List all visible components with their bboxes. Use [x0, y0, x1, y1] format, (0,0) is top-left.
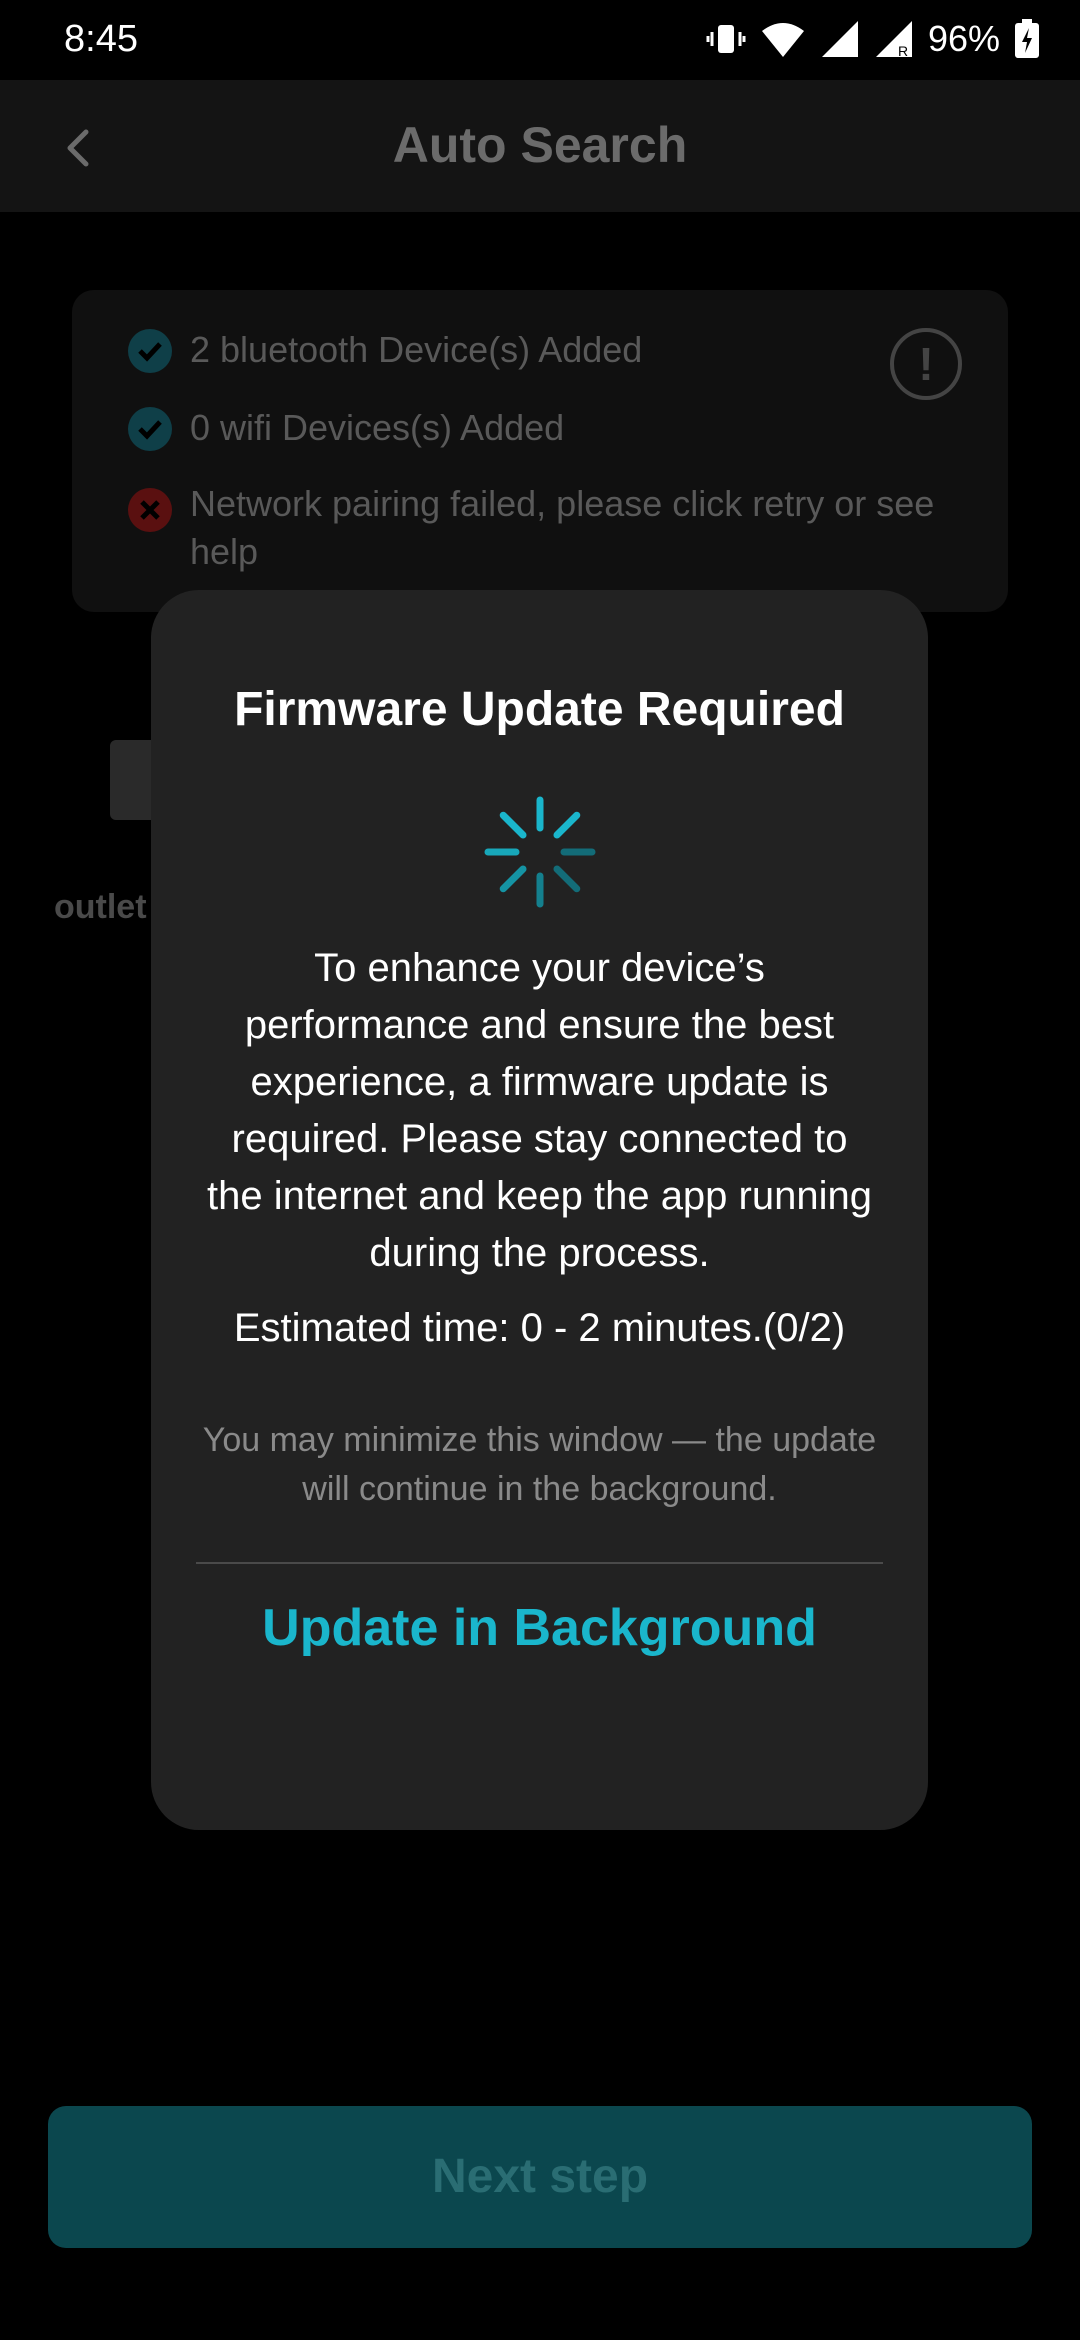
result-row-wifi: 0 wifi Devices(s) Added	[128, 404, 950, 452]
wifi-icon	[760, 19, 806, 59]
dialog-title: Firmware Update Required	[234, 683, 845, 736]
estimated-time: Estimated time: 0 - 2 minutes.(0/2)	[233, 1306, 846, 1350]
page-title: Auto Search	[392, 117, 688, 173]
dialog-note: You may minimize this window — the updat…	[202, 1421, 877, 1508]
result-text: 2 bluetooth Device(s) Added	[190, 329, 643, 370]
next-step-button[interactable]: Next step	[48, 2106, 1032, 2248]
signal-icon	[820, 19, 860, 59]
result-text: 0 wifi Devices(s) Added	[190, 407, 565, 448]
signal-roaming-icon: R	[874, 19, 914, 59]
status-bar: 8:45 R 96%	[0, 0, 1080, 80]
error-circle-icon	[128, 488, 172, 532]
result-row-bluetooth: 2 bluetooth Device(s) Added	[128, 326, 950, 374]
device-label: outlet	[54, 888, 147, 926]
result-text: Network pairing failed, please click ret…	[190, 483, 935, 572]
status-time: 8:45	[64, 18, 138, 60]
battery-percent: 96%	[927, 18, 1000, 59]
result-row-network-error: Network pairing failed, please click ret…	[128, 480, 950, 576]
firmware-update-dialog: Firmware Update Required To enhance your…	[151, 590, 928, 1830]
dialog-divider	[196, 1562, 883, 1564]
check-circle-icon	[128, 407, 172, 451]
warning-icon[interactable]: !	[890, 328, 962, 400]
search-results-card: 2 bluetooth Device(s) Added 0 wifi Devic…	[72, 290, 1008, 612]
svg-text:R: R	[898, 43, 908, 59]
vibrate-icon	[706, 19, 746, 59]
status-icons: R 96%	[706, 14, 1040, 64]
loading-spinner-icon	[478, 790, 602, 914]
check-circle-icon	[128, 329, 172, 373]
dialog-message: To enhance your device’s performance and…	[207, 946, 872, 1275]
app-header: Auto Search	[0, 80, 1080, 212]
battery-charging-icon	[1014, 19, 1040, 59]
update-in-background-button[interactable]: Update in Background	[251, 1592, 828, 1664]
